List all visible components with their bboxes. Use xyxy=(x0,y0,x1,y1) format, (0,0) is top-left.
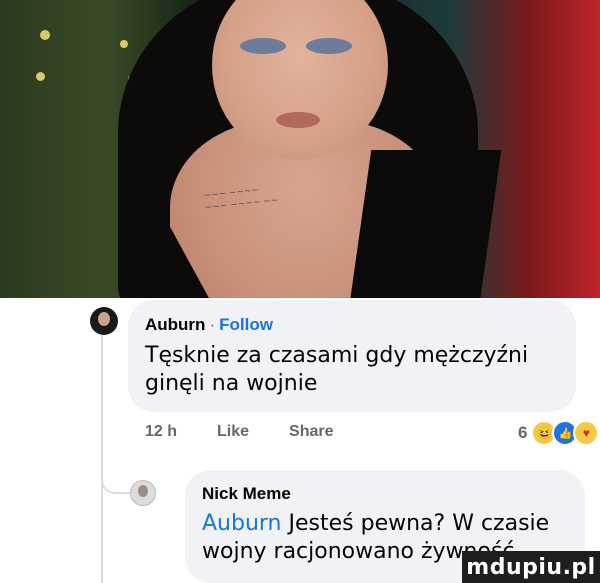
bokeh-light xyxy=(36,72,45,81)
thread-line xyxy=(101,322,103,583)
care-icon: ♥ xyxy=(573,420,600,446)
comment-actions: 12 h Like Share xyxy=(145,423,374,441)
like-button[interactable]: Like xyxy=(217,423,249,440)
reply-connector xyxy=(101,462,133,494)
share-button[interactable]: Share xyxy=(289,423,333,440)
follow-button[interactable]: Follow xyxy=(219,315,273,334)
timestamp[interactable]: 12 h xyxy=(145,423,177,440)
mention-link[interactable]: Auburn xyxy=(202,511,282,536)
author-name[interactable]: Auburn xyxy=(145,315,205,334)
bokeh-light xyxy=(40,30,50,40)
reply-author[interactable]: Nick Meme xyxy=(202,484,291,504)
avatar[interactable] xyxy=(130,480,156,506)
post-photo[interactable]: ~~~ ~~~~ ~~~ ~~~~ ~~ xyxy=(0,0,600,298)
reaction-summary[interactable]: 6 😆 👍 ♥ xyxy=(518,420,600,446)
comment-author-line: Auburn · Follow xyxy=(145,315,273,335)
watermark-logo: mdupiu.pl xyxy=(462,551,600,583)
separator: · xyxy=(209,315,216,334)
comment-bubble: Auburn · Follow Tęsknie za czasami gdy męż… xyxy=(128,300,576,412)
eye xyxy=(240,38,286,54)
avatar[interactable] xyxy=(90,307,118,335)
reaction-count: 6 xyxy=(518,423,528,442)
eye xyxy=(306,38,352,54)
lips xyxy=(276,112,320,128)
comment-text: Tęsknie za czasami gdy mężczyźni ginęli … xyxy=(145,343,529,396)
bokeh-light xyxy=(120,40,128,48)
dress xyxy=(348,150,502,298)
